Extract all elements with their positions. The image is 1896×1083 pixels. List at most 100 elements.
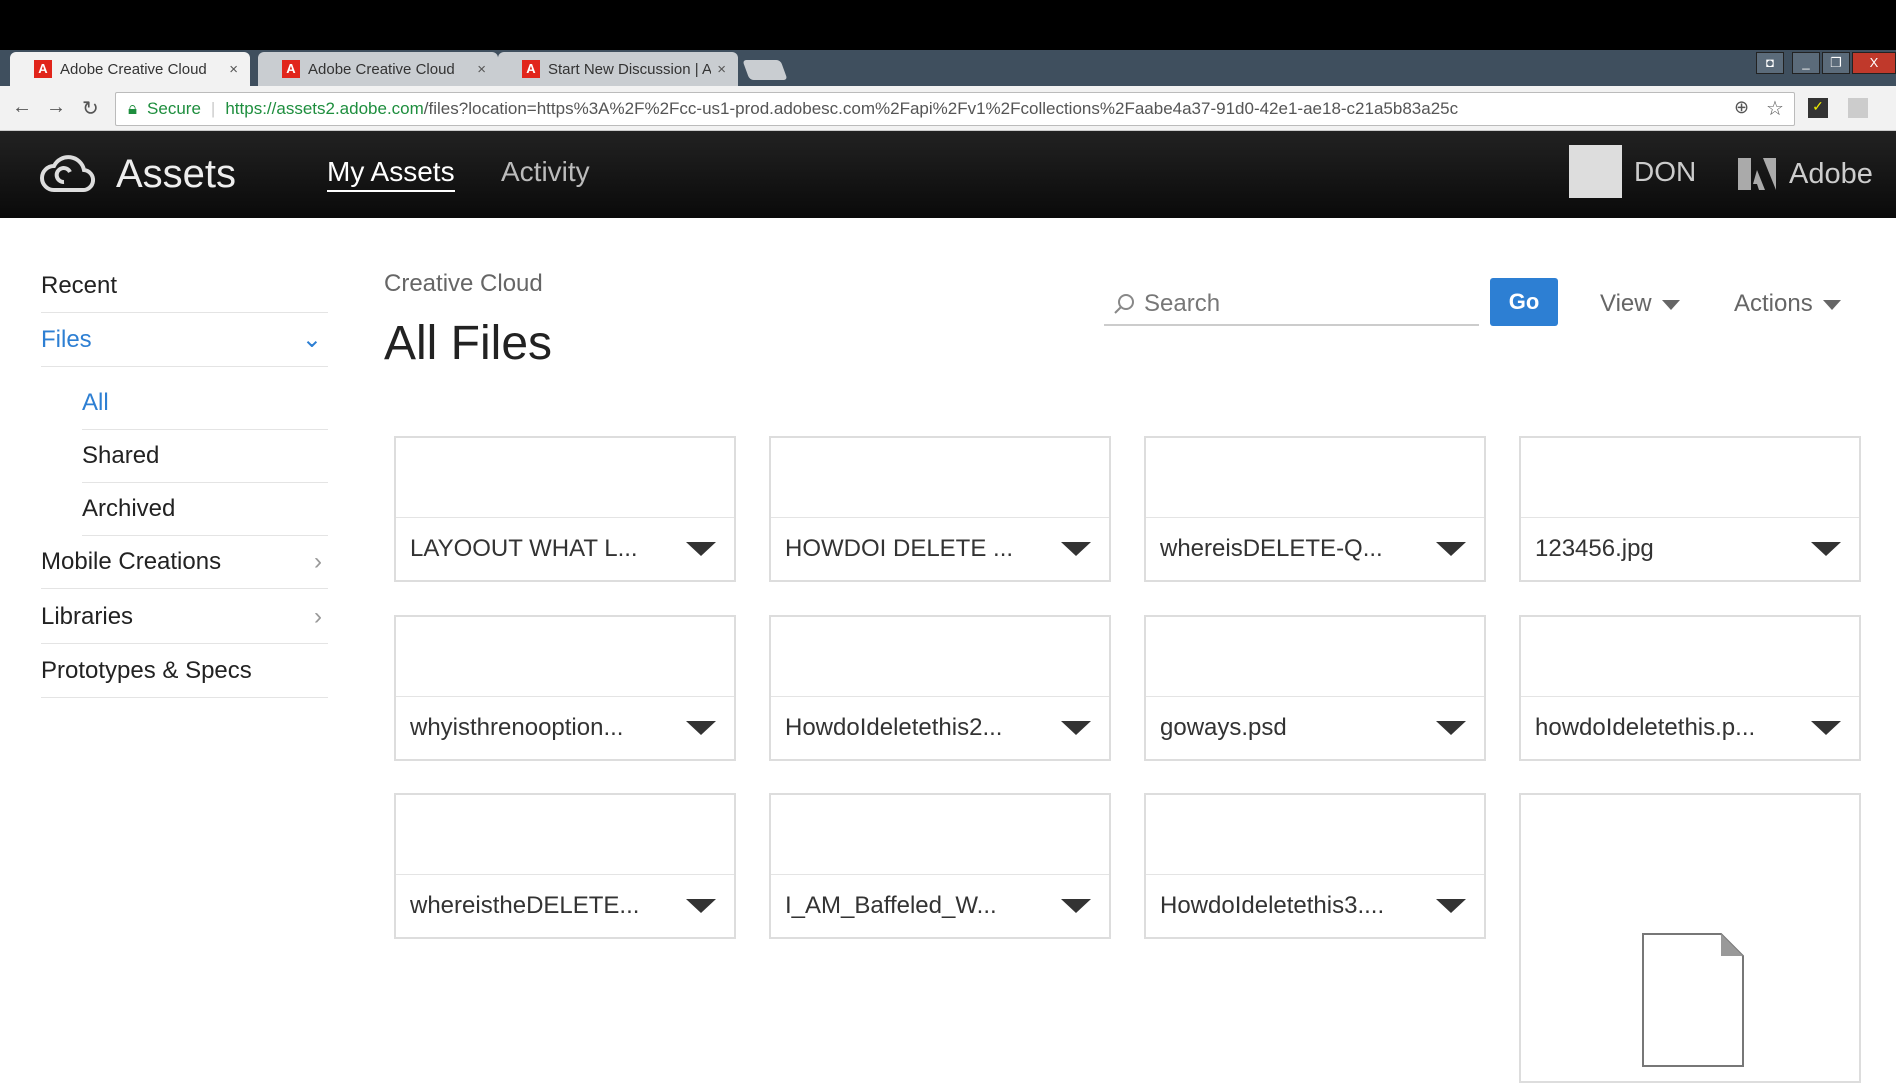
sidebar-item-shared[interactable]: Shared (82, 429, 328, 483)
nav-my-assets[interactable]: My Assets (327, 156, 455, 192)
adobe-favicon-icon: A (282, 60, 300, 78)
back-icon[interactable]: ← (12, 96, 32, 119)
breadcrumb[interactable]: Creative Cloud (384, 270, 543, 298)
nav-activity[interactable]: Activity (501, 156, 590, 188)
file-card[interactable]: whyisthrenooption... (394, 615, 736, 761)
search-input[interactable] (1144, 289, 1464, 318)
dropdown-arrow-icon[interactable] (1061, 721, 1091, 735)
tab-strip: A Adobe Creative Cloud × A Adobe Creative C… (0, 50, 1896, 86)
file-name: HOWDOI DELETE ... (785, 535, 1014, 562)
file-thumbnail[interactable] (396, 617, 734, 697)
window-titlebar (0, 0, 1896, 50)
close-tab-icon[interactable]: × (477, 61, 486, 78)
adobe-logo-icon (1738, 158, 1776, 190)
acrobat-extension-icon[interactable] (1848, 98, 1868, 118)
chevron-down-icon: ⌄ (301, 326, 322, 353)
actions-menu[interactable]: Actions (1734, 290, 1841, 318)
dropdown-arrow-icon[interactable] (686, 899, 716, 913)
extension-icon[interactable]: ✓ (1808, 98, 1828, 118)
file-name: whereisDELETE-Q... (1160, 535, 1383, 562)
file-thumbnail[interactable] (1521, 438, 1859, 518)
search-icon (1114, 293, 1134, 314)
view-menu[interactable]: View (1600, 290, 1680, 318)
file-card[interactable]: HOWDOI DELETE ... (769, 436, 1111, 582)
go-button[interactable]: Go (1490, 278, 1558, 326)
dropdown-arrow-icon[interactable] (1061, 542, 1091, 556)
file-card[interactable]: 123456.jpg (1519, 436, 1861, 582)
file-card[interactable]: goways.psd (1144, 615, 1486, 761)
dropdown-arrow-icon[interactable] (1811, 542, 1841, 556)
profile-icon[interactable]: ◘ (1756, 52, 1784, 74)
dropdown-arrow-icon[interactable] (1811, 721, 1841, 735)
file-card[interactable]: whereisDELETE-Q... (1144, 436, 1486, 582)
file-icon (1642, 933, 1744, 1067)
sidebar-item-files[interactable]: Files ⌄ (41, 313, 328, 367)
browser-tab[interactable]: A Start New Discussion | Ac × (498, 52, 738, 86)
adobe-favicon-icon: A (34, 60, 52, 78)
dropdown-arrow-icon[interactable] (1061, 899, 1091, 913)
file-thumbnail[interactable] (771, 438, 1109, 518)
forward-icon[interactable]: → (46, 96, 66, 119)
maximize-button[interactable]: ❐ (1822, 52, 1850, 74)
chevron-right-icon: › (314, 547, 322, 575)
dropdown-arrow-icon[interactable] (1436, 899, 1466, 913)
file-thumbnail[interactable] (1146, 617, 1484, 697)
sidebar-item-archived[interactable]: Archived (82, 482, 328, 536)
file-name: HowdoIdeletethis2... (785, 714, 1003, 741)
caret-down-icon (1661, 299, 1680, 310)
close-tab-icon[interactable]: × (717, 61, 726, 78)
close-tab-icon[interactable]: × (229, 61, 238, 78)
close-window-button[interactable]: X (1852, 52, 1896, 74)
search-field (1104, 283, 1479, 326)
file-thumbnail[interactable] (1146, 438, 1484, 518)
dropdown-arrow-icon[interactable] (686, 721, 716, 735)
dropdown-arrow-icon[interactable] (1436, 721, 1466, 735)
sidebar-item-libraries[interactable]: Libraries › (41, 590, 328, 644)
file-card[interactable]: LAYOOUT WHAT L... (394, 436, 736, 582)
file-name: 123456.jpg (1535, 535, 1654, 562)
file-name: whereistheDELETE... (410, 892, 640, 919)
sidebar-item-mobile-creations[interactable]: Mobile Creations › (41, 535, 328, 589)
sidebar-item-all[interactable]: All (82, 376, 328, 430)
bookmark-star-icon[interactable]: ☆ (1766, 96, 1784, 121)
file-card[interactable]: HowdoIdeletethis3.... (1144, 793, 1486, 939)
file-name: goways.psd (1160, 714, 1287, 741)
address-bar[interactable]: 🔒︎ Secure | https://assets2.adobe.com/fi… (115, 92, 1795, 126)
file-thumbnail[interactable] (396, 438, 734, 518)
file-name: HowdoIdeletethis3.... (1160, 892, 1385, 919)
file-card[interactable]: HowdoIdeletethis2... (769, 615, 1111, 761)
dropdown-arrow-icon[interactable] (1436, 542, 1466, 556)
user-name[interactable]: DON (1634, 156, 1696, 188)
zoom-icon[interactable]: ⊕ (1734, 97, 1749, 118)
file-thumbnail[interactable] (771, 795, 1109, 875)
browser-tab[interactable]: A Adobe Creative Cloud × (258, 52, 498, 86)
minimize-button[interactable]: _ (1792, 52, 1820, 74)
file-card[interactable]: whereistheDELETE... (394, 793, 736, 939)
file-card[interactable]: howdoIdeletethis.p... (1519, 615, 1861, 761)
creative-cloud-logo-icon (40, 155, 95, 193)
new-tab-button[interactable] (742, 60, 788, 80)
app-title: Assets (116, 152, 237, 196)
lock-icon: 🔒︎ (128, 99, 138, 118)
file-name: whyisthrenooption... (410, 714, 624, 741)
sidebar-item-recent[interactable]: Recent (41, 259, 328, 313)
sidebar-item-prototypes-specs[interactable]: Prototypes & Specs (41, 644, 328, 698)
chevron-right-icon: › (314, 602, 322, 630)
avatar[interactable] (1569, 145, 1622, 198)
browser-tab[interactable]: A Adobe Creative Cloud × (10, 52, 250, 86)
url-text: https://assets2.adobe.com/files?location… (225, 99, 1459, 118)
reload-icon[interactable]: ↻ (82, 96, 99, 121)
file-card[interactable]: I_AM_Baffeled_W... (769, 793, 1111, 939)
adobe-favicon-icon: A (522, 60, 540, 78)
file-thumbnail[interactable] (396, 795, 734, 875)
caret-down-icon (1822, 299, 1841, 310)
file-name: LAYOOUT WHAT L... (410, 535, 638, 562)
file-name: I_AM_Baffeled_W... (785, 892, 997, 919)
file-thumbnail[interactable] (771, 617, 1109, 697)
adobe-brand: Adobe (1789, 158, 1873, 190)
file-thumbnail[interactable] (1146, 795, 1484, 875)
dropdown-arrow-icon[interactable] (686, 542, 716, 556)
file-name: howdoIdeletethis.p... (1535, 714, 1756, 741)
page-title: All Files (384, 317, 553, 370)
file-thumbnail[interactable] (1521, 617, 1859, 697)
